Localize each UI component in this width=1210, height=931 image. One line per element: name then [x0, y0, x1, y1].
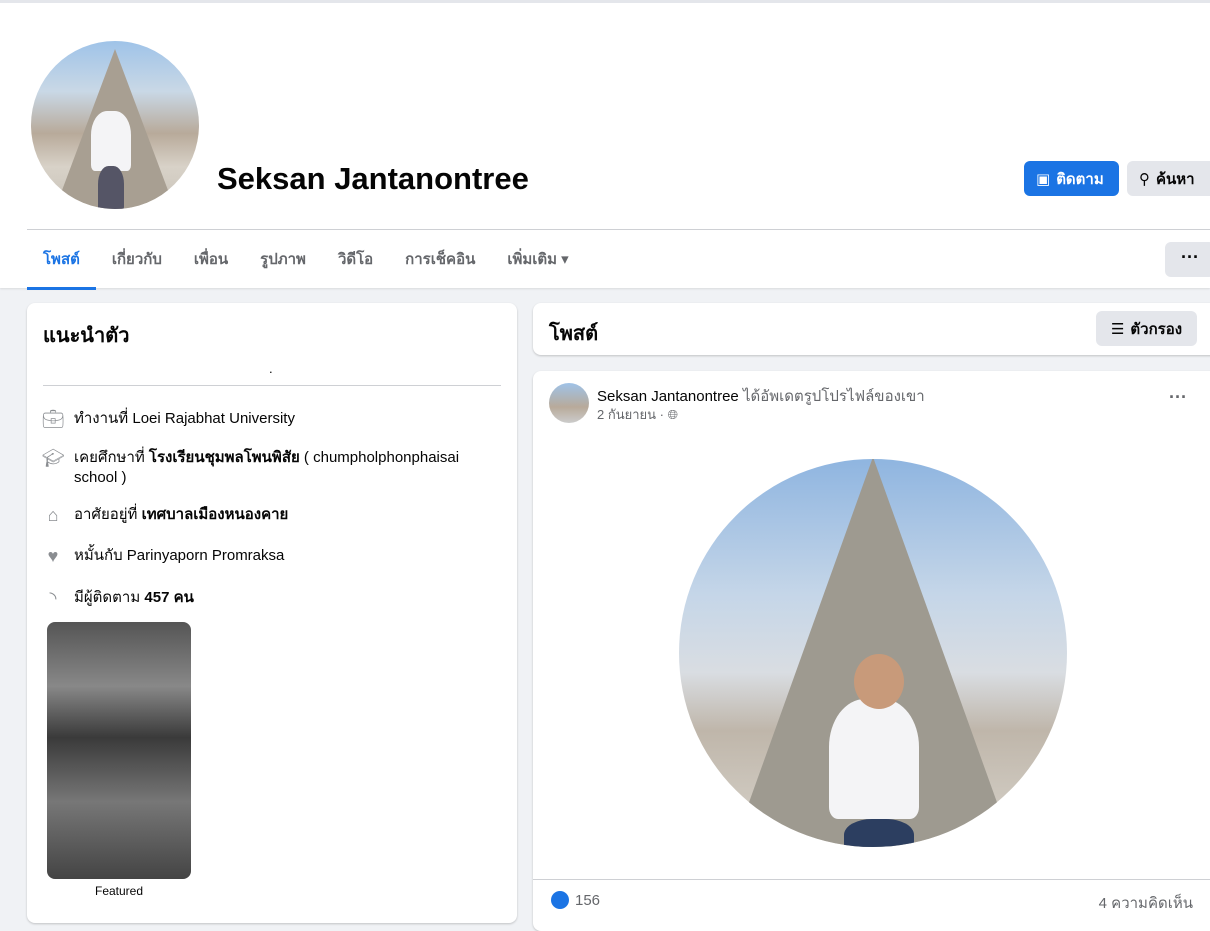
profile-avatar[interactable] [31, 41, 199, 209]
intro-title: แนะนำตัว [43, 325, 130, 347]
post-card: Seksan Jantanontree ได้อัพเดตรูปโปรไฟล์ข… [533, 371, 1210, 931]
profile-name: Seksan Jantanontree [217, 161, 529, 196]
intro-bio: . [269, 361, 273, 376]
residence-item: ⌂ อาศัยอยู่ที่ เทศบาลเมืองหนองคาย [43, 505, 493, 525]
tab-about[interactable]: เกี่ยวกับ [96, 243, 178, 290]
divider [533, 879, 1210, 880]
comment-count[interactable]: 4 ความคิดเห็น [1099, 891, 1193, 915]
search-button[interactable]: ⚲ ค้นหา [1127, 161, 1210, 196]
profile-tabs: โพสต์ เกี่ยวกับ เพื่อน รูปภาพ วิดีโอ การ… [27, 243, 585, 290]
heart-icon: ♥ [47, 546, 59, 566]
featured-photo[interactable] [47, 622, 191, 879]
home-icon: ⌂ [47, 505, 59, 525]
rss-icon: ◝ [49, 588, 57, 608]
tab-more[interactable]: เพิ่มเติม ▾ [491, 243, 584, 290]
intro-card: แนะนำตัว . 💼︎ ทำงานที่ Loei Rajabhat Univ… [27, 303, 517, 923]
like-icon [551, 891, 569, 909]
follow-icon: ▣ [1036, 170, 1051, 188]
globe-icon: 🌐︎ [667, 407, 678, 422]
featured-label: Featured [94, 884, 144, 898]
like-count[interactable]: 156 [575, 892, 600, 909]
tab-posts[interactable]: โพสต์ [27, 243, 96, 290]
briefcase-icon: 💼︎ [41, 409, 65, 429]
post-date[interactable]: 2 กันยายน · [597, 407, 668, 422]
filter-button[interactable]: ☰ ตัวกรอง [1096, 311, 1197, 346]
followers-item: ◝ มีผู้ติดตาม 457 คน [43, 588, 493, 608]
relationship-item: ♥ หมั้นกับ Parinyaporn Promraksa [43, 546, 493, 566]
post-options-icon[interactable]: ··· [1169, 387, 1187, 408]
profile-header: Seksan Jantanontree ▣ ติดตาม ⚲ ค้นหา โพสต์… [0, 0, 1210, 290]
tab-friends[interactable]: เพื่อน [178, 243, 244, 290]
follow-button[interactable]: ▣ ติดตาม [1024, 161, 1119, 196]
tab-photos[interactable]: รูปภาพ [244, 243, 322, 290]
work-item: 💼︎ ทำงานที่ Loei Rajabhat University [41, 409, 295, 429]
search-icon: ⚲ [1139, 170, 1150, 188]
post-photo[interactable] [679, 459, 1067, 847]
divider [27, 229, 1210, 230]
post-action: ได้อัพเดตรูปโปรไฟล์ของเขา [738, 388, 925, 405]
more-options-button[interactable]: ··· [1165, 242, 1210, 277]
filter-icon: ☰ [1110, 320, 1125, 338]
tab-videos[interactable]: วิดีโอ [322, 243, 389, 290]
graduation-cap-icon: 🎓︎ [41, 448, 65, 468]
tab-checkins[interactable]: การเช็คอิน [389, 243, 491, 290]
divider [43, 385, 501, 386]
author-avatar[interactable] [549, 383, 589, 423]
education-item: 🎓︎ เคยศึกษาที่ โรงเรียนชุมพลโพนพิสัย ( ch… [41, 448, 460, 486]
author-name[interactable]: Seksan Jantanontree [597, 388, 739, 405]
posts-title: โพสต์ [549, 323, 599, 345]
posts-header: โพสต์ ☰ ตัวกรอง [533, 303, 1210, 355]
